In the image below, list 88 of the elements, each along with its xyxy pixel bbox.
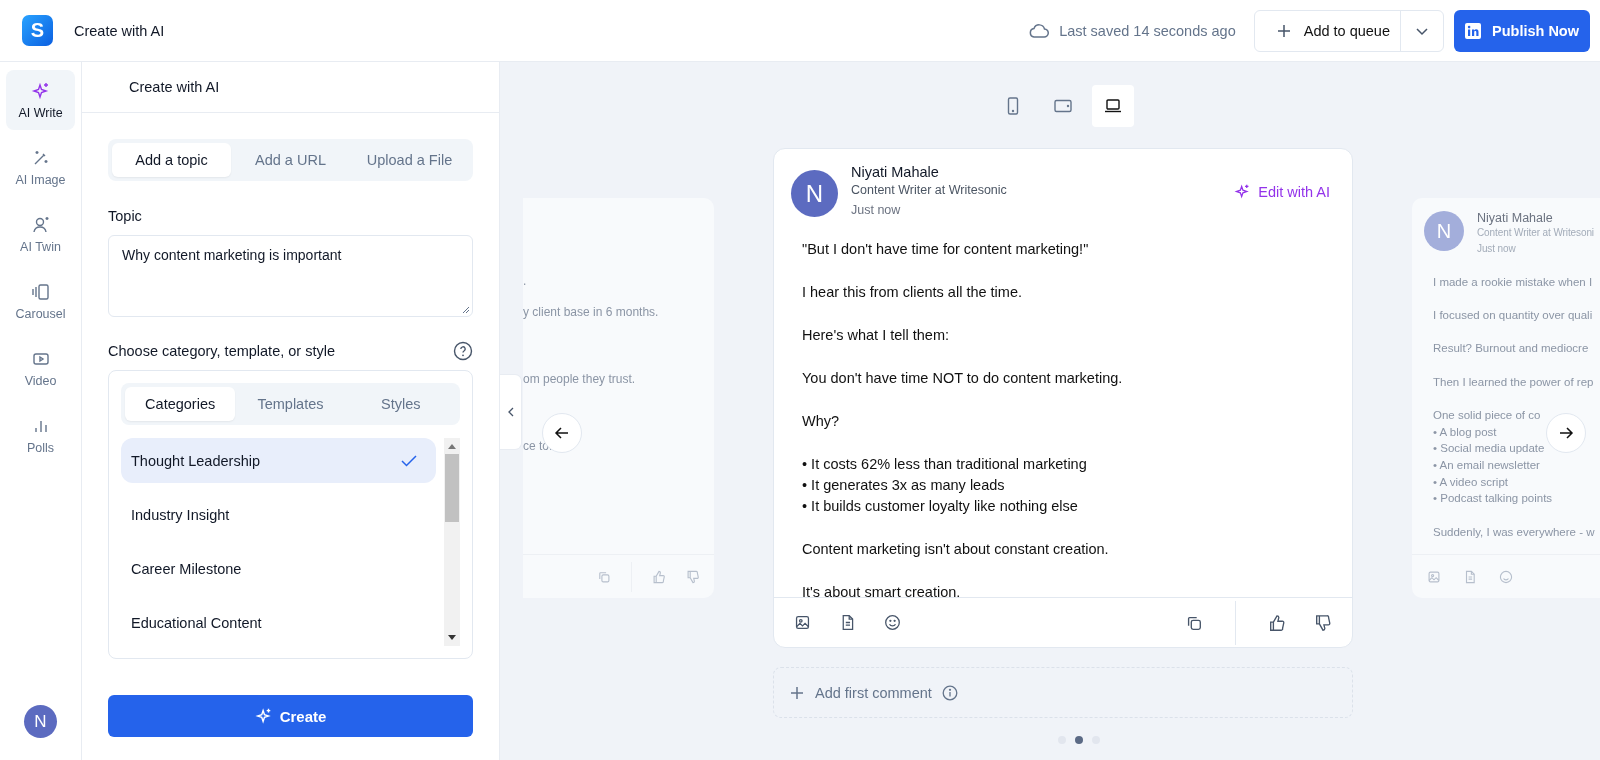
thumbs-down-icon[interactable] bbox=[686, 569, 700, 584]
rail-item[interactable]: AI Twin bbox=[6, 204, 75, 264]
add-to-queue-button[interactable]: Add to queue bbox=[1254, 10, 1401, 51]
post-line: • Podcast talking points bbox=[1433, 491, 1553, 507]
post-line: Suddenly, I was everywhere - w bbox=[1433, 524, 1595, 540]
post-line: I focused on quantity over quali bbox=[1433, 308, 1593, 324]
info-icon[interactable] bbox=[941, 684, 958, 701]
person-icon bbox=[30, 214, 51, 235]
post-line: It's about smart creation. bbox=[802, 583, 962, 597]
topic-field[interactable]: Why content marketing is important bbox=[108, 235, 473, 317]
post-line: Why? bbox=[802, 412, 841, 431]
check-icon bbox=[401, 454, 417, 467]
page-title: Create with AI bbox=[74, 22, 165, 39]
chevron-left-icon bbox=[506, 407, 515, 417]
source-tab[interactable]: Add a topic bbox=[112, 143, 231, 177]
arrow-right-icon bbox=[1558, 425, 1574, 441]
topic-label: Topic bbox=[108, 208, 143, 224]
post-line: Content marketing isn't about constant creation. bbox=[802, 540, 1110, 559]
category-option[interactable]: Thought Leadership bbox=[121, 438, 436, 483]
rail-item[interactable]: Polls bbox=[6, 405, 75, 465]
save-status: Last saved 14 seconds ago bbox=[1059, 22, 1236, 39]
sparkle-icon bbox=[1234, 183, 1252, 200]
scroll-up-icon bbox=[448, 444, 456, 449]
post-line: y client base in 6 months. bbox=[523, 305, 660, 321]
rail-item[interactable]: AI Image bbox=[6, 137, 75, 197]
image-icon[interactable] bbox=[794, 614, 811, 631]
cloud-icon bbox=[1029, 23, 1050, 38]
author-name: Niyati Mahale bbox=[851, 163, 940, 181]
resize-handle-icon bbox=[462, 306, 470, 314]
add-comment-field[interactable]: Add first comment bbox=[773, 667, 1353, 718]
user-avatar[interactable]: N bbox=[24, 705, 57, 738]
choose-style-label: Choose category, template, or style bbox=[108, 343, 335, 359]
post-line: I made a rookie mistake when I bbox=[1433, 275, 1593, 290]
category-option[interactable]: Educational Content bbox=[121, 600, 436, 645]
thumbs-up-icon[interactable] bbox=[1268, 613, 1286, 632]
scrollbar[interactable] bbox=[444, 438, 460, 646]
post-line: • It costs 62% less than traditional marketing bbox=[802, 455, 1088, 474]
page-dot[interactable] bbox=[1075, 736, 1083, 744]
author-avatar: N bbox=[791, 170, 838, 217]
post-time: Just now bbox=[851, 202, 902, 219]
post-line: One solid piece of co bbox=[1433, 407, 1541, 423]
style-tab[interactable]: Categories bbox=[125, 387, 236, 421]
author-name: Niyati Mahale bbox=[1477, 211, 1554, 226]
source-tab[interactable]: Upload a File bbox=[350, 143, 469, 177]
author-headline: Content Writer at Writesoni bbox=[1477, 226, 1594, 240]
post-line: "But I don't have time for content marketing!" bbox=[802, 240, 1090, 259]
carousel-icon bbox=[30, 281, 51, 302]
post-line: Then I learned the power of rep bbox=[1433, 374, 1594, 390]
rail-item[interactable]: Carousel bbox=[6, 271, 75, 331]
post-line: You don't have time NOT to do content marketing. bbox=[802, 369, 1124, 388]
sparkle-icon bbox=[254, 707, 273, 725]
app-logo[interactable]: S bbox=[22, 15, 53, 46]
sparkle-icon bbox=[30, 80, 51, 101]
post-line: • It builds customer loyalty like nothing else bbox=[802, 497, 1079, 516]
post-line: om people they trust. bbox=[523, 372, 637, 388]
rail-item[interactable]: AI Write bbox=[6, 70, 75, 130]
author-avatar: N bbox=[1424, 211, 1464, 251]
publish-button[interactable]: Publish Now bbox=[1454, 9, 1590, 52]
style-tab[interactable]: Templates bbox=[235, 387, 346, 421]
thumbs-down-icon[interactable] bbox=[1314, 613, 1332, 632]
help-icon[interactable] bbox=[453, 341, 473, 361]
post-line: I hear this from clients all the time. bbox=[802, 283, 1023, 302]
create-button[interactable]: Create bbox=[108, 695, 473, 737]
source-tab[interactable]: Add a URL bbox=[231, 143, 350, 177]
scroll-down-icon bbox=[448, 635, 456, 640]
post-line: • It generates 3x as many leads bbox=[802, 476, 1006, 495]
author-headline: Content Writer at Writesonic bbox=[851, 182, 1007, 199]
panel-title: Create with AI bbox=[129, 79, 220, 95]
post-line: • A video script bbox=[1433, 474, 1508, 490]
post-time: Just now bbox=[1477, 242, 1517, 256]
arrow-left-icon bbox=[554, 425, 570, 441]
post-line: Result? Burnout and mediocre bbox=[1433, 341, 1589, 357]
laptop-view-button[interactable] bbox=[1092, 85, 1134, 127]
plus-icon bbox=[789, 684, 805, 701]
category-option[interactable]: Career Milestone bbox=[121, 546, 436, 591]
edit-with-ai-button[interactable]: Edit with AI bbox=[1234, 183, 1330, 200]
thumbs-up-icon[interactable] bbox=[652, 569, 666, 584]
post-line: • Social media update bbox=[1433, 441, 1545, 457]
post-line: • A blog post bbox=[1433, 424, 1497, 440]
linkedin-icon bbox=[1465, 22, 1481, 39]
style-tab[interactable]: Styles bbox=[345, 387, 456, 421]
category-option[interactable]: Industry Insight bbox=[121, 492, 436, 537]
rail-item[interactable]: Video bbox=[6, 338, 75, 398]
post-line: Here's what I tell them: bbox=[802, 326, 951, 345]
plus-icon bbox=[1275, 22, 1292, 39]
post-line: . bbox=[523, 274, 528, 290]
post-line: • An email newsletter bbox=[1433, 457, 1540, 473]
emoji-icon[interactable] bbox=[884, 614, 901, 631]
